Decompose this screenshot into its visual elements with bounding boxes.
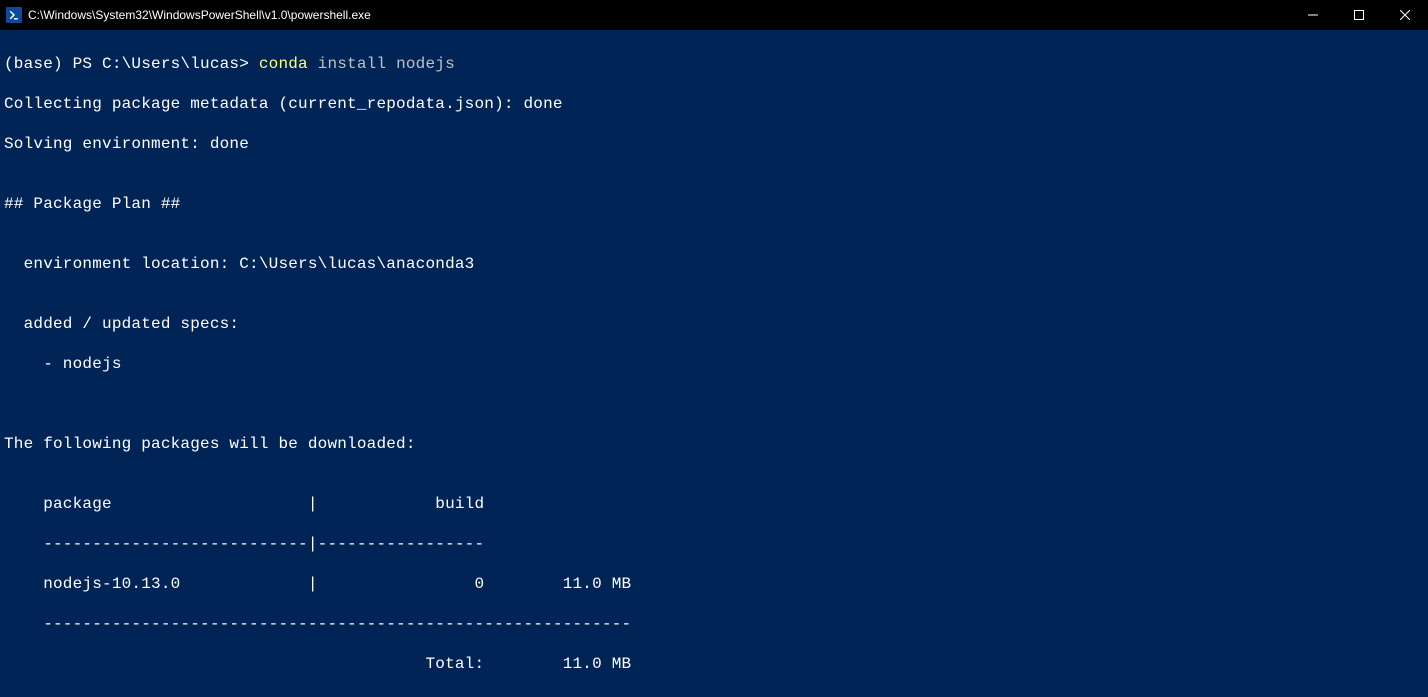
terminal-line: Solving environment: done bbox=[4, 134, 1424, 154]
command-gray: install nodejs bbox=[318, 55, 455, 73]
powershell-icon bbox=[6, 7, 22, 23]
terminal-line: nodejs-10.13.0 | 0 11.0 MB bbox=[4, 574, 1424, 594]
close-button[interactable] bbox=[1382, 0, 1428, 30]
terminal-line: Total: 11.0 MB bbox=[4, 654, 1424, 674]
minimize-button[interactable] bbox=[1290, 0, 1336, 30]
terminal-output[interactable]: (base) PS C:\Users\lucas> conda install … bbox=[0, 30, 1428, 697]
terminal-line: The following packages will be downloade… bbox=[4, 434, 1424, 454]
terminal-line: - nodejs bbox=[4, 354, 1424, 374]
prompt: (base) PS C:\Users\lucas> bbox=[4, 55, 259, 73]
terminal-line: (base) PS C:\Users\lucas> conda install … bbox=[4, 54, 1424, 74]
terminal-line: Collecting package metadata (current_rep… bbox=[4, 94, 1424, 114]
terminal-line: package | build bbox=[4, 494, 1424, 514]
window-controls bbox=[1290, 0, 1428, 30]
maximize-button[interactable] bbox=[1336, 0, 1382, 30]
terminal-line: added / updated specs: bbox=[4, 314, 1424, 334]
command-yellow: conda bbox=[259, 55, 318, 73]
terminal-line: ## Package Plan ## bbox=[4, 194, 1424, 214]
terminal-line: environment location: C:\Users\lucas\ana… bbox=[4, 254, 1424, 274]
window-title: C:\Windows\System32\WindowsPowerShell\v1… bbox=[28, 8, 371, 22]
terminal-line: ----------------------------------------… bbox=[4, 614, 1424, 634]
terminal-line: ---------------------------|------------… bbox=[4, 534, 1424, 554]
window-titlebar: C:\Windows\System32\WindowsPowerShell\v1… bbox=[0, 0, 1428, 30]
